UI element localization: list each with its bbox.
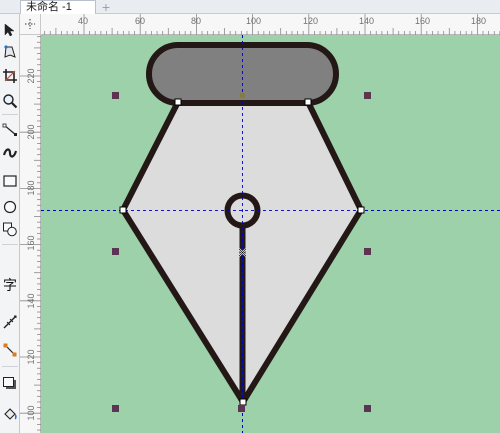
freehand-tool-icon [2, 123, 17, 136]
document-tab-label: 未命名 -1 [26, 1, 72, 13]
connector-tool-button[interactable] [0, 339, 20, 361]
selection-handle-top-left[interactable] [112, 92, 119, 99]
selection-handle-bottom-right[interactable] [364, 405, 371, 412]
ruler-label: 180 [26, 180, 36, 196]
ruler-label: 160 [415, 16, 431, 26]
rectangle-tool-icon [3, 175, 17, 187]
drawing-canvas[interactable] [41, 35, 500, 433]
node-handle[interactable] [239, 398, 247, 406]
shape-tool-icon [4, 45, 16, 58]
polygon-tool-icon [3, 222, 17, 237]
ruler-label: 140 [26, 293, 36, 309]
artistic-media-tool-button[interactable] [0, 142, 20, 164]
ruler-label: 180 [471, 16, 487, 26]
connector-tool-icon [3, 343, 17, 357]
ruler-label: 160 [26, 235, 36, 251]
ruler-label: 200 [26, 124, 36, 140]
selection-handle-middle-left[interactable] [112, 248, 119, 255]
ruler-label: 60 [135, 16, 146, 26]
selection-handle-bottom-center[interactable] [238, 405, 245, 412]
selection-handle-top-right[interactable] [364, 92, 371, 99]
zoom-tool-button[interactable] [0, 90, 20, 112]
ellipse-tool-icon [3, 200, 17, 214]
document-tab[interactable]: 未命名 -1 [20, 0, 96, 14]
fill-tool-icon [4, 408, 17, 420]
node-handle[interactable] [304, 98, 312, 106]
toolbox: 字 [0, 14, 20, 433]
selection-handle-middle-right[interactable] [364, 248, 371, 255]
ruler-label: 100 [26, 405, 36, 421]
fill-tool-button[interactable] [0, 403, 20, 425]
node-handle[interactable] [119, 206, 127, 214]
horizontal-ruler-ticks [44, 14, 500, 35]
text-tool-icon: 字 [3, 278, 17, 294]
freehand-tool-button[interactable] [0, 118, 20, 140]
ruler-label: 140 [359, 16, 375, 26]
ruler-label: 120 [26, 349, 36, 365]
toolbox-separator [2, 366, 18, 367]
toolbox-separator [2, 244, 18, 245]
ruler-origin-icon [25, 19, 35, 29]
ruler-label: 80 [191, 16, 202, 26]
crop-tool-icon [3, 69, 17, 83]
ruler-label: 100 [246, 16, 262, 26]
document-tab-bar: 未命名 -1 + [0, 0, 500, 14]
crop-tool-button[interactable] [0, 65, 20, 87]
ruler-label: 40 [78, 16, 89, 26]
pick-tool-button[interactable] [0, 19, 20, 41]
selection-handle-bottom-left[interactable] [112, 405, 119, 412]
add-document-tab-button[interactable]: + [96, 0, 116, 14]
ellipse-tool-button[interactable] [0, 196, 20, 218]
pick-tool-icon [4, 23, 15, 37]
parallel-dimension-tool-button[interactable] [0, 311, 20, 333]
node-handle[interactable] [240, 93, 245, 98]
zoom-tool-icon [3, 94, 18, 109]
artistic-media-tool-icon [2, 148, 18, 158]
plus-icon: + [101, 0, 111, 15]
rectangle-tool-button[interactable] [0, 170, 20, 192]
pen-nib-drawing [41, 35, 500, 433]
vertical-ruler[interactable]: 220 200 180 160 140 120 100 [20, 35, 41, 433]
drop-shadow-tool-icon [3, 377, 16, 389]
shape-tool-button[interactable] [0, 41, 20, 63]
ruler-label: 220 [26, 68, 36, 84]
polygon-tool-button[interactable] [0, 218, 20, 240]
node-handle[interactable] [357, 206, 365, 214]
toolbox-separator [2, 114, 18, 115]
drop-shadow-tool-button[interactable] [0, 373, 20, 395]
ruler-origin[interactable] [20, 14, 41, 35]
ruler-label: 120 [303, 16, 319, 26]
node-handle[interactable] [174, 98, 182, 106]
coreldraw-window: 未命名 -1 + 字 40 60 80 100 120 140 160 180 … [0, 0, 500, 433]
parallel-dimension-tool-icon [3, 315, 17, 329]
horizontal-ruler[interactable]: 40 60 80 100 120 140 160 180 [41, 14, 500, 35]
text-tool-button[interactable]: 字 [0, 275, 20, 297]
